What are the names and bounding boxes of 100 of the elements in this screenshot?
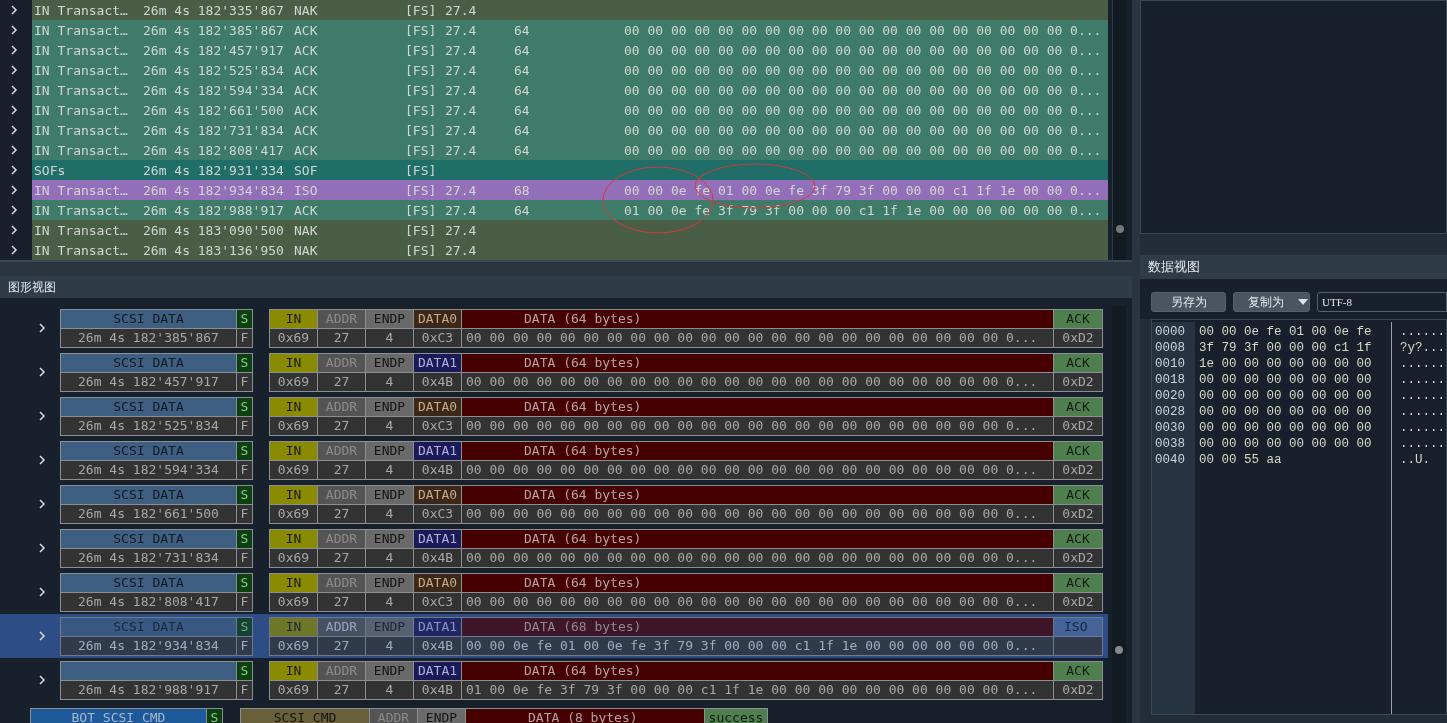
data-title: DATA (68 bytes)	[462, 617, 1053, 636]
expand-chevron-icon[interactable]	[38, 587, 46, 597]
data-bytes: 00 00 00 00 00 00 00 00 00 00 00 00 00 00 00 00 00 00 00 00 00 00 00 0...	[462, 416, 1053, 435]
data-bytes: 00 00 00 00 00 00 00 00 00 00 00 00 00 00 00 00 00 00 00 00 00 00 00 0...	[462, 592, 1053, 611]
hex-bytes: 00 00 00 00 00 00 00 00	[1199, 404, 1373, 420]
table-cell: 27.4	[445, 142, 477, 158]
expand-chevron-icon[interactable]	[38, 631, 46, 641]
table-row[interactable]: IN Transact… 26m 4s 183'136'950 NAK [FS] 27.4	[32, 240, 1108, 260]
table-cell-text: [FS]	[405, 22, 438, 38]
table-cell-text: IN Transact…	[34, 222, 129, 238]
table-cell-text: IN Transact…	[34, 202, 129, 218]
data-bytes: 00 00 00 00 00 00 00 00 00 00 00 00 00 00 00 00 00 00 00 00 00 00 00 0...	[462, 548, 1053, 567]
table-row[interactable]: IN Transact… 26m 4s 182'335'867 NAK [FS] 27.4	[32, 0, 1108, 20]
hex-bytes: 00 00 00 00 00 00 00 00	[1199, 436, 1373, 452]
table-cell-text: 26m 4s 182'335'867	[143, 2, 285, 18]
table-cell: 64	[514, 62, 530, 78]
offset-label: 0020	[1155, 388, 1186, 404]
copy-as-dropdown[interactable]: 复制为	[1233, 292, 1310, 312]
token-label: IN	[270, 573, 317, 592]
table-cell-text: ACK	[294, 42, 319, 58]
table-row[interactable]: IN Transact… 26m 4s 182'661'500 ACK [FS] 27.4 64 00 00 00 00 00 00 00 00 00 00 00 00 00 00 00 00 00 00 00 0...	[32, 100, 1108, 120]
expand-chevron-icon[interactable]	[38, 543, 46, 553]
table-cell-text: IN Transact…	[34, 22, 129, 38]
data-title: DATA (64 bytes)	[462, 353, 1053, 372]
table-cell-text: [FS]	[405, 222, 438, 238]
table-cell-text: [FS]	[405, 42, 438, 58]
expand-chevron-icon[interactable]	[38, 499, 46, 509]
ascii-text: ......	[1400, 388, 1445, 404]
table-row[interactable]: IN Transact… 26m 4s 182'808'417 ACK [FS] 27.4 64 00 00 00 00 00 00 00 00 00 00 00 00 00 00 00 00 00 00 00 0...	[32, 140, 1108, 160]
table-cell: 27.4	[445, 182, 477, 198]
scrollbar[interactable]	[1112, 306, 1126, 723]
table-row[interactable]: IN Transact… 26m 4s 182'457'917 ACK [FS] 27.4 64 00 00 00 00 00 00 00 00 00 00 00 00 00 00 00 00 00 00 00 0...	[32, 40, 1108, 60]
table-row[interactable]: IN Transact… 26m 4s 182'525'834 ACK [FS] 27.4 64 00 00 00 00 00 00 00 00 00 00 00 00 00 00 00 00 00 00 00 0...	[32, 60, 1108, 80]
table-cell-text: [FS]	[405, 162, 438, 178]
table-cell: 64	[514, 82, 530, 98]
table-cell-text: IN Transact…	[34, 62, 129, 78]
ascii-text: ......	[1400, 356, 1445, 372]
token-label: IN	[270, 485, 317, 504]
expand-chevron-icon[interactable]	[38, 675, 46, 685]
table-cell: 27.4	[445, 222, 477, 238]
table-cell: 00 00 00 00 00 00 00 00 00 00 00 00 00 00 00 00 00 00 00 0...	[624, 122, 1102, 138]
table-cell-text: [FS]	[405, 202, 438, 218]
end-flag: F	[237, 416, 252, 435]
field-value: 4	[366, 548, 413, 567]
table-row[interactable]: IN Transact… 26m 4s 183'090'500 NAK [FS] 27.4	[32, 220, 1108, 240]
data-title: DATA (64 bytes)	[462, 485, 1053, 504]
data-title: DATA (64 bytes)	[462, 529, 1053, 548]
timestamp: 26m 4s 182'385'867	[61, 328, 236, 347]
offset-label: 0028	[1155, 404, 1186, 420]
field-value: 0xD2	[1054, 328, 1102, 347]
table-cell-text: IN Transact…	[34, 2, 129, 18]
start-flag: S	[237, 441, 252, 460]
expand-chevron-icon[interactable]	[38, 455, 46, 465]
table-row[interactable]: IN Transact… 26m 4s 182'385'867 ACK [FS] 27.4 64 00 00 00 00 00 00 00 00 00 00 00 00 00 00 00 00 00 00 00 0...	[32, 20, 1108, 40]
field-value: 0xD2	[1054, 680, 1102, 699]
table-row[interactable]: IN Transact… 26m 4s 182'731'834 ACK [FS] 27.4 64 00 00 00 00 00 00 00 00 00 00 00 00 00 00 00 00 00 00 00 0...	[32, 120, 1108, 140]
field-label: ENDP	[366, 573, 413, 592]
table-cell: 64	[514, 102, 530, 118]
table-cell-text: [FS]	[405, 2, 438, 18]
transaction-title: SCSI DATA	[61, 573, 236, 592]
table-cell-text: 26m 4s 182'808'417	[143, 142, 285, 158]
table-row[interactable]: SOFs 26m 4s 182'931'334 SOF [FS]	[32, 160, 1108, 180]
table-cell-text: IN Transact…	[34, 182, 129, 198]
table-cell-text: ACK	[294, 82, 319, 98]
handshake-label: ACK	[1054, 441, 1102, 460]
table-cell-text: NAK	[294, 222, 319, 238]
field-value: 0x4B	[414, 548, 461, 567]
token-label: IN	[270, 309, 317, 328]
table-cell: 27.4	[445, 202, 477, 218]
field-value: 0x69	[270, 372, 317, 391]
table-cell-text: IN Transact…	[34, 142, 129, 158]
handshake-label: ACK	[1054, 529, 1102, 548]
table-row[interactable]: IN Transact… 26m 4s 182'594'334 ACK [FS] 27.4 64 00 00 00 00 00 00 00 00 00 00 00 00 00 00 00 00 00 00 00 0...	[32, 80, 1108, 100]
field-label: ENDP	[366, 485, 413, 504]
expand-chevron-icon[interactable]	[38, 367, 46, 377]
table-cell-text: ISO	[294, 182, 319, 198]
table-cell-text: [FS]	[405, 142, 438, 158]
expand-chevron-icon[interactable]	[38, 323, 46, 333]
field-value: 0xC3	[414, 592, 461, 611]
field-label: ENDP	[366, 353, 413, 372]
expand-chevron-icon[interactable]	[38, 411, 46, 421]
field-value: 27	[318, 548, 365, 567]
table-cell-text: 26m 4s 182'731'834	[143, 122, 285, 138]
table-cell: 27.4	[445, 42, 477, 58]
transaction-row[interactable]: SCSI DATA S 26m 4s 182'934'834 F IN ADDR ENDP DATA1 DATA (68 bytes) ISO 0x69 27 4 0x4B 00 00 0e fe 01 00 0e fe 3f 79 3f 00 00 00 c1 1f 1e 00 00 00 00 00 00 0...	[0, 614, 1108, 658]
scrollbar[interactable]	[1112, 0, 1127, 260]
timestamp: 26m 4s 182'525'834	[61, 416, 236, 435]
encoding-field[interactable]: UTF-8	[1317, 292, 1447, 312]
ascii-text: ......	[1400, 324, 1445, 340]
table-cell-text: NAK	[294, 2, 319, 18]
field-value: 0xD2	[1054, 372, 1102, 391]
field-value: 0x69	[270, 636, 317, 655]
field-value: 4	[366, 592, 413, 611]
table-cell-text: ACK	[294, 202, 319, 218]
start-flag: S	[237, 529, 252, 548]
table-cell: 64	[514, 122, 530, 138]
field-value: 0x4B	[414, 460, 461, 479]
save-as-button[interactable]: 另存为	[1151, 292, 1227, 312]
table-cell: 00 00 00 00 00 00 00 00 00 00 00 00 00 00 00 00 00 00 00 0...	[624, 22, 1102, 38]
end-flag: F	[237, 372, 252, 391]
